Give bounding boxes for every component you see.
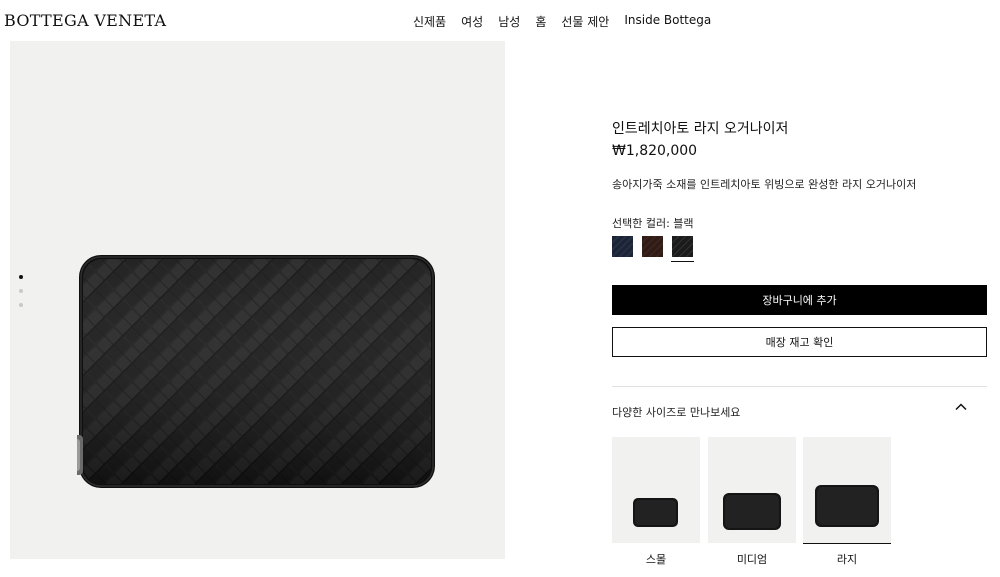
gallery-dot[interactable]	[19, 275, 23, 279]
product-info: 인트레치아토 라지 오거나이저 ₩1,820,000 송아지가죽 소재를 인트레…	[611, 118, 987, 566]
check-store-stock-button[interactable]: 매장 재고 확인	[612, 327, 987, 357]
size-label-medium[interactable]: 미디엄	[708, 551, 796, 567]
product-description: 송아지가죽 소재를 인트레치아토 위빙으로 완성한 라지 오거나이저	[612, 178, 917, 191]
divider	[612, 386, 987, 387]
size-label-small[interactable]: 스몰	[612, 551, 700, 567]
brand-logo[interactable]: BOTTEGA VENETA	[4, 11, 166, 30]
size-thumbnail	[723, 493, 781, 530]
brown-swatch[interactable]	[641, 235, 664, 258]
black-swatch[interactable]	[671, 235, 694, 262]
site-header: BOTTEGA VENETA 신제품 여성 남성 홈 선물 제안 Inside …	[0, 0, 1000, 40]
main-nav: 신제품 여성 남성 홈 선물 제안 Inside Bottega	[413, 13, 726, 30]
add-to-cart-button[interactable]: 장바구니에 추가	[612, 285, 987, 315]
color-swatches	[611, 235, 702, 262]
nav-item-gifts[interactable]: 선물 제안	[561, 13, 609, 30]
nav-item-men[interactable]: 남성	[498, 13, 520, 30]
product-price: ₩1,820,000	[612, 143, 698, 159]
product-title: 인트레치아토 라지 오거나이저	[612, 121, 789, 137]
selected-color-label: 선택한 컬러: 블랙	[612, 217, 694, 230]
size-option-small[interactable]	[612, 437, 700, 543]
size-options: 스몰 미디엄 라지	[612, 437, 992, 577]
nav-item-home[interactable]: 홈	[535, 13, 546, 30]
size-thumbnail	[815, 485, 879, 527]
nav-item-new[interactable]: 신제품	[413, 13, 446, 30]
nav-item-inside-bottega[interactable]: Inside Bottega	[624, 13, 711, 30]
size-thumbnail	[633, 498, 678, 527]
chevron-up-icon[interactable]	[953, 399, 969, 415]
product-image	[77, 255, 435, 488]
gallery-pagination	[19, 275, 25, 317]
sizes-heading: 다양한 사이즈로 만나보세요	[612, 406, 741, 419]
navy-swatch[interactable]	[611, 235, 634, 258]
sizes-accordion-header[interactable]: 다양한 사이즈로 만나보세요	[612, 401, 987, 421]
size-label-large[interactable]: 라지	[803, 551, 891, 567]
nav-item-women[interactable]: 여성	[461, 13, 483, 30]
gallery-dot[interactable]	[19, 303, 23, 307]
size-option-large[interactable]	[803, 437, 891, 544]
gallery-dot[interactable]	[19, 289, 23, 293]
size-option-medium[interactable]	[708, 437, 796, 543]
